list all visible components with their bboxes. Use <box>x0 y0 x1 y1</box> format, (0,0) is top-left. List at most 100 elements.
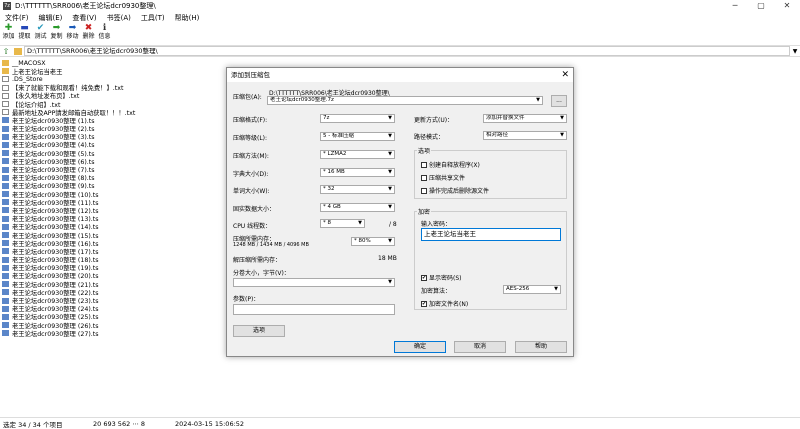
toolbar-button-4[interactable]: ➡ 移动 <box>65 23 80 45</box>
chevron-down-icon: ▼ <box>388 115 392 121</box>
text-file-icon <box>2 109 9 116</box>
video-file-icon <box>2 240 9 247</box>
level-select[interactable]: 5 - 标准压缩 ▼ <box>320 132 395 141</box>
dict-value: * 16 MB <box>323 169 345 175</box>
format-label: 压缩格式(F): <box>233 117 268 124</box>
chevron-down-icon: ▼ <box>560 115 564 121</box>
cpu-label: CPU 线程数： <box>233 223 272 230</box>
ok-button[interactable]: 确定 <box>394 341 446 353</box>
show-password-check-icon: ✔ <box>421 274 427 281</box>
video-file-icon <box>2 330 9 337</box>
params-input[interactable] <box>233 304 395 315</box>
toolbar-label: 信息 <box>98 33 111 40</box>
video-file-icon <box>2 264 9 271</box>
delete-icon: ✖ <box>84 23 93 33</box>
browse-button[interactable]: ... <box>551 95 567 107</box>
menu-file[interactable]: 文件(F) <box>0 13 34 23</box>
shared-files-checkbox-label: 压缩共享文件 <box>429 175 466 182</box>
path-mode-label: 路径模式： <box>414 134 445 141</box>
cancel-button[interactable]: 取消 <box>454 341 506 353</box>
dialog-close-icon[interactable]: ✕ <box>561 68 569 82</box>
params-label: 参数(P)： <box>233 296 260 303</box>
password-input[interactable]: 上老王论坛当老王 <box>421 228 561 241</box>
move-arrow-icon: ➡ <box>68 23 77 33</box>
list-item[interactable]: 老王论坛dcr0930整理 (27).ts <box>2 329 222 338</box>
video-file-icon <box>2 281 9 288</box>
up-folder-icon[interactable]: ⇧ <box>0 47 12 56</box>
split-label: 分卷大小，字节(V)： <box>233 270 290 277</box>
add-to-archive-dialog: 添加到压缩包 ✕ 压缩包(A): D:\TTTTTT\SRR006\老王论坛dc… <box>226 67 574 357</box>
video-file-icon <box>2 182 9 189</box>
toolbar-button-2[interactable]: ✔ 测试 <box>33 23 48 45</box>
enc-method-select[interactable]: AES-256 ▼ <box>503 285 561 294</box>
chevron-down-icon: ▼ <box>560 132 564 138</box>
toolbar-button-5[interactable]: ✖ 删除 <box>81 23 96 45</box>
options-button[interactable]: 选项 <box>233 325 285 337</box>
toolbar-button-6[interactable]: ℹ 信息 <box>97 23 112 45</box>
toolbar-button-0[interactable]: ✚ 添加 <box>1 23 16 45</box>
cpu-value: * 8 <box>323 220 331 226</box>
dict-select[interactable]: * 16 MB ▼ <box>320 168 395 177</box>
shared-files-checkbox[interactable]: 压缩共享文件 <box>421 173 465 182</box>
menu-view[interactable]: 查看(V) <box>67 13 101 23</box>
archive-name-value: 老王论坛dcr0930整理.7z <box>270 97 334 103</box>
chevron-down-icon: ▼ <box>388 151 392 157</box>
help-button[interactable]: 帮助 <box>515 341 567 353</box>
solid-label: 固实数据大小： <box>233 206 276 213</box>
address-input[interactable]: D:\TTTTTT\SRR006\老王论坛dcr0930整理\ <box>24 46 790 56</box>
file-name: .DS_Store <box>12 75 43 83</box>
mem-percent-select[interactable]: * 80% ▼ <box>351 237 395 246</box>
chevron-down-icon: ▼ <box>388 133 392 139</box>
video-file-icon <box>2 322 9 329</box>
cpu-select[interactable]: * 8 ▼ <box>320 219 365 228</box>
maximize-icon[interactable]: ▢ <box>748 0 774 12</box>
toolbar-button-3[interactable]: ➡ 复制 <box>49 23 64 45</box>
menu-tools[interactable]: 工具(T) <box>136 13 170 23</box>
delete-after-checkbox-box <box>421 187 427 194</box>
path-mode-value: 相对路径 <box>486 132 509 138</box>
split-select[interactable]: ▼ <box>233 278 395 287</box>
update-value: 添加并替换文件 <box>486 115 525 121</box>
text-file-icon <box>2 76 9 83</box>
list-item[interactable]: 上老王论坛当老王 <box>2 67 222 76</box>
chevron-down-icon: ▼ <box>358 220 362 226</box>
encrypt-names-checkbox[interactable]: ✔ 加密文件名(N) <box>421 299 468 308</box>
folder-icon <box>2 60 9 67</box>
solid-select[interactable]: * 4 GB ▼ <box>320 203 395 212</box>
status-bar: 选定 34 / 34 个项目 20 693 562 ⋯ 8 2024-03-15… <box>0 417 800 429</box>
video-file-icon <box>2 272 9 279</box>
delete-after-checkbox[interactable]: 操作完成后删除源文件 <box>421 186 489 195</box>
mem-detail: 1248 MB / 1434 MB / 4096 MB <box>233 242 309 248</box>
path-mode-select[interactable]: 相对路径 ▼ <box>483 131 567 140</box>
video-file-icon <box>2 141 9 148</box>
enc-method-label: 加密算法： <box>421 288 452 295</box>
level-label: 压缩等级(L): <box>233 135 268 142</box>
encryption-group-title: 加密 <box>417 207 432 216</box>
method-select[interactable]: * LZMA2 ▼ <box>320 150 395 159</box>
menu-bar: 文件(F) 编辑(E) 查看(V) 书签(A) 工具(T) 帮助(H) <box>0 12 800 23</box>
video-file-icon <box>2 313 9 320</box>
update-select[interactable]: 添加并替换文件 ▼ <box>483 114 567 123</box>
sfx-checkbox[interactable]: 创建自释放程序(X) <box>421 160 480 169</box>
copy-arrow-icon: ➡ <box>52 23 61 33</box>
word-select[interactable]: * 32 ▼ <box>320 185 395 194</box>
options-group-title: 选项 <box>417 146 432 155</box>
menu-bookmarks[interactable]: 书签(A) <box>102 13 136 23</box>
archive-name-combo[interactable]: 老王论坛dcr0930整理.7z ▼ <box>267 96 543 105</box>
archive-label: 压缩包(A): <box>233 94 262 101</box>
toolbar-button-1[interactable]: ▬ 提取 <box>17 23 32 45</box>
menu-help[interactable]: 帮助(H) <box>170 13 205 23</box>
file-list: __MACOSX 上老王论坛当老王 .DS_Store 【来了就能下载和观看！纯免费！… <box>2 59 222 338</box>
show-password-checkbox[interactable]: ✔ 显示密码(S) <box>421 273 462 282</box>
format-select[interactable]: 7z ▼ <box>320 114 395 123</box>
dict-label: 字典大小(D): <box>233 171 269 178</box>
text-file-icon <box>2 101 9 108</box>
close-icon[interactable]: ✕ <box>774 0 800 12</box>
status-selection: 选定 34 / 34 个项目 <box>3 420 63 429</box>
chevron-down-icon: ▼ <box>388 238 392 244</box>
word-label: 单词大小(W): <box>233 188 270 195</box>
chevron-down-icon[interactable]: ▼ <box>790 48 800 55</box>
minimize-icon[interactable]: ─ <box>722 0 748 12</box>
info-icon: ℹ <box>102 23 107 33</box>
menu-edit[interactable]: 编辑(E) <box>34 13 68 23</box>
